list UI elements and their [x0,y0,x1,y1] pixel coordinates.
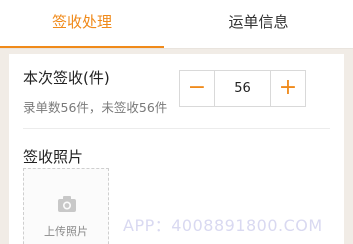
tab-sign-processing[interactable]: 签收处理 [0,0,164,48]
active-tab-indicator [0,46,164,48]
upload-photo-label: 上传照片 [44,225,88,238]
divider [23,128,330,129]
camera-icon [58,196,76,212]
quantity-stepper: − + [179,70,306,107]
quantity-input[interactable] [215,71,270,106]
increment-button[interactable]: + [270,71,305,106]
sign-card: 本次签收(件) 录单数56件，未签收56件 − + 签收照片 上传照片 APP：… [9,54,344,244]
upload-photo-button[interactable]: 上传照片 [23,168,109,244]
sign-summary-text: 录单数56件，未签收56件 [23,100,168,115]
tab-waybill-info[interactable]: 运单信息 [164,0,353,48]
sign-screen: 签收处理 运单信息 本次签收(件) 录单数56件，未签收56件 − + 签收照片… [0,0,353,244]
sign-count-label: 本次签收(件) [23,69,110,87]
tab-bar: 签收处理 运单信息 [0,0,353,49]
watermark-text: APP：4008891800.COM [123,216,323,235]
sign-photo-label: 签收照片 [23,148,84,166]
decrement-button[interactable]: − [180,71,215,106]
